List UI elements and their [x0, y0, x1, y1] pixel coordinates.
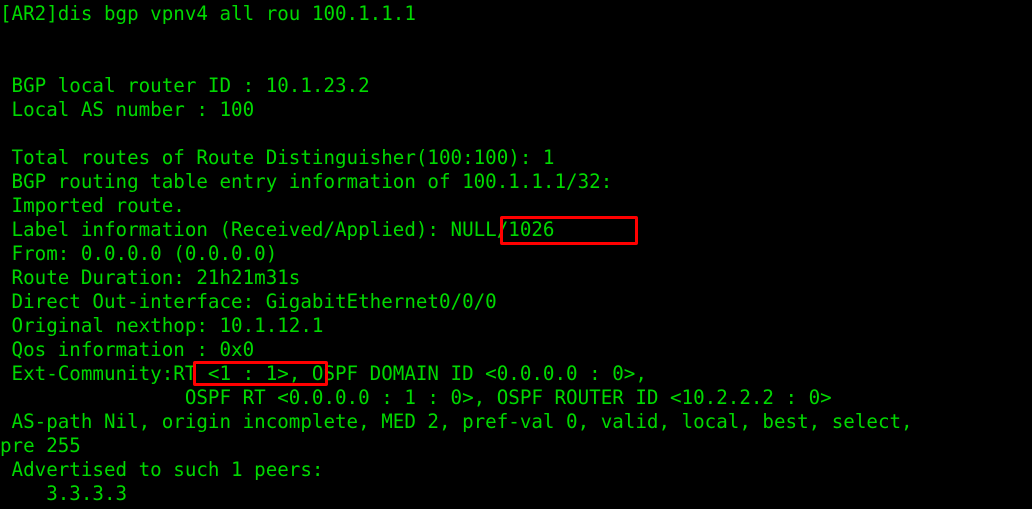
terminal-line-label-information: Label information (Received/Applied): NU… — [0, 218, 555, 241]
terminal-line-total-routes: Total routes of Route Distinguisher(100:… — [0, 146, 555, 169]
terminal-line-local-as: Local AS number : 100 — [0, 98, 255, 121]
terminal-line-command: [AR2]dis bgp vpnv4 all rou 100.1.1.1 — [0, 2, 416, 25]
terminal-line-table-entry: BGP routing table entry information of 1… — [0, 170, 613, 193]
terminal-line-ext-community-2: OSPF RT <0.0.0.0 : 1 : 0>, OSPF ROUTER I… — [0, 386, 832, 409]
terminal-line-route-duration: Route Duration: 21h21m31s — [0, 266, 301, 289]
terminal-line-blank-2 — [0, 50, 1032, 74]
terminal-window[interactable]: [AR2]dis bgp vpnv4 all rou 100.1.1.1 BGP… — [0, 0, 1032, 509]
terminal-line-blank-1 — [0, 26, 1032, 50]
terminal-line-imported-route: Imported route. — [0, 194, 185, 217]
terminal-line-from: From: 0.0.0.0 (0.0.0.0) — [0, 242, 278, 265]
terminal-line-pre: pre 255 — [0, 434, 81, 457]
terminal-line-original-nexthop: Original nexthop: 10.1.12.1 — [0, 314, 324, 337]
terminal-line-qos-information: Qos information : 0x0 — [0, 338, 255, 361]
terminal-line-peer-address: 3.3.3.3 — [0, 482, 128, 505]
terminal-line-ext-community-1: Ext-Community:RT <1 : 1>, OSPF DOMAIN ID… — [0, 362, 647, 385]
terminal-line-out-interface: Direct Out-interface: GigabitEthernet0/0… — [0, 290, 497, 313]
terminal-line-as-path: AS-path Nil, origin incomplete, MED 2, p… — [0, 410, 913, 433]
terminal-line-advertised: Advertised to such 1 peers: — [0, 458, 324, 481]
terminal-output: [AR2]dis bgp vpnv4 all rou 100.1.1.1 BGP… — [0, 0, 1032, 506]
terminal-line-blank-3 — [0, 122, 1032, 146]
terminal-line-router-id: BGP local router ID : 10.1.23.2 — [0, 74, 370, 97]
